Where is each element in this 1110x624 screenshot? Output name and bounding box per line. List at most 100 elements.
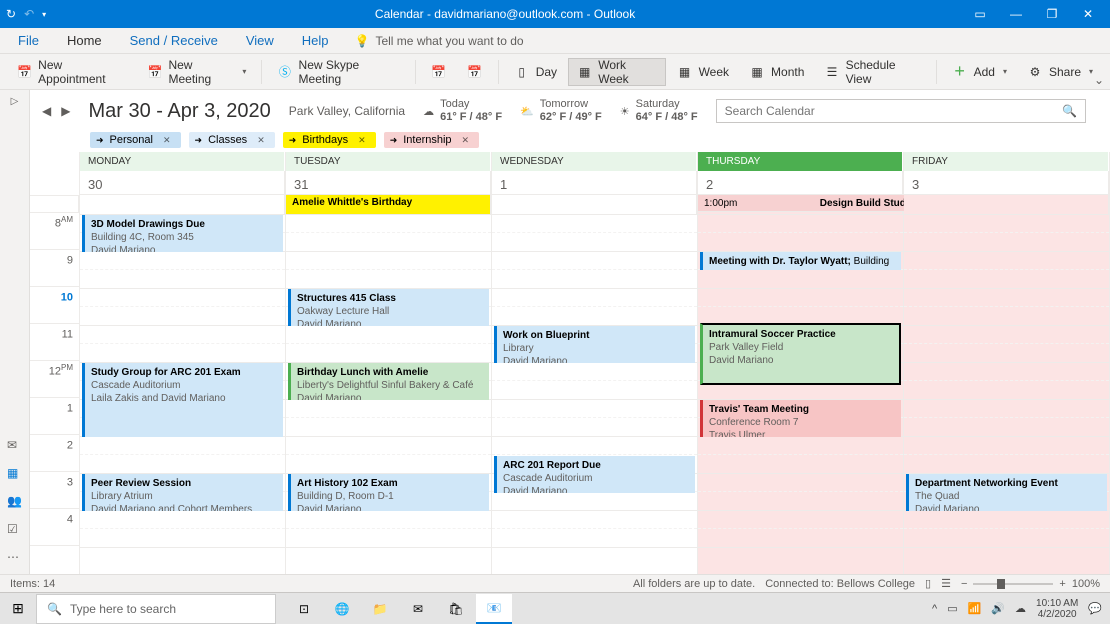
volume-icon[interactable]: 🔊 xyxy=(991,602,1005,615)
day-view-button[interactable]: ▯Day xyxy=(505,58,566,86)
tell-me[interactable]: 💡 Tell me what you want to do xyxy=(355,34,524,48)
taskbar-clock[interactable]: 10:10 AM4/2/2020 xyxy=(1036,598,1078,620)
menu-send-receive[interactable]: Send / Receive xyxy=(120,29,228,52)
taskbar-search[interactable]: 🔍Type here to search xyxy=(36,594,276,624)
calendar-event[interactable]: Travis' Team MeetingConference Room 7Tra… xyxy=(700,400,901,437)
week-view-button[interactable]: ▦Week xyxy=(668,58,738,86)
maximize-icon[interactable]: ❐ xyxy=(1036,7,1068,21)
new-appointment-button[interactable]: 📅New Appointment xyxy=(8,58,136,86)
new-meeting-button[interactable]: 📅New Meeting xyxy=(138,58,255,86)
outlook-app-icon[interactable]: 📧 xyxy=(476,594,512,624)
day-column-monday[interactable]: MONDAY303D Model Drawings DueBuilding 4C… xyxy=(80,152,286,574)
notifications-icon[interactable]: 💬 xyxy=(1088,602,1102,615)
zoom-control[interactable]: − + 100% xyxy=(961,578,1100,590)
calendar-event[interactable]: Birthday Lunch with AmelieLiberty's Deli… xyxy=(288,363,489,400)
mail-app-icon[interactable]: ✉ xyxy=(400,594,436,624)
store-icon[interactable]: 🛍 xyxy=(438,594,474,624)
caltab-internship[interactable]: ➜Internship✕ xyxy=(384,132,479,148)
hour-slot[interactable] xyxy=(286,326,491,363)
minimize-icon[interactable]: — xyxy=(1000,7,1032,21)
calendar-event[interactable]: Meeting with Dr. Taylor Wyatt; Building … xyxy=(700,252,901,270)
prev-week-icon[interactable]: ◀ xyxy=(42,104,51,118)
calendar-event[interactable]: Work on BlueprintLibraryDavid Mariano xyxy=(494,326,695,363)
calendar-event[interactable]: Intramural Soccer PracticePark Valley Fi… xyxy=(700,323,901,385)
battery-icon[interactable]: ▭ xyxy=(947,602,957,615)
day-column-friday[interactable]: FRIDAY3Department Networking EventThe Qu… xyxy=(904,152,1110,574)
zoom-out-icon[interactable]: − xyxy=(961,578,967,590)
hour-slot[interactable] xyxy=(286,400,491,437)
hour-slot[interactable] xyxy=(286,215,491,252)
hour-slot[interactable] xyxy=(698,437,903,474)
hour-slot[interactable] xyxy=(492,252,697,289)
search-calendar[interactable]: 🔍 xyxy=(716,99,1086,123)
task-view-icon[interactable]: ⊡ xyxy=(286,594,322,624)
day-column-thursday[interactable]: THURSDAY21:00pmDesign Build Studio; Fabr… xyxy=(698,152,904,574)
explorer-icon[interactable]: 📁 xyxy=(362,594,398,624)
close-tab-icon[interactable]: ✕ xyxy=(462,135,470,146)
skype-meeting-button[interactable]: ⓈNew Skype Meeting xyxy=(268,58,408,86)
next7days-button[interactable]: 📅 xyxy=(458,58,492,86)
close-icon[interactable]: ✕ xyxy=(1072,7,1104,21)
calendar-event[interactable]: Study Group for ARC 201 ExamCascade Audi… xyxy=(82,363,283,437)
hour-slot[interactable] xyxy=(286,437,491,474)
hour-slot[interactable] xyxy=(698,289,903,326)
ribbon-display-icon[interactable]: ▭ xyxy=(964,7,996,21)
month-view-button[interactable]: ▦Month xyxy=(740,58,813,86)
hour-slot[interactable] xyxy=(492,511,697,548)
more-nav-icon[interactable]: ⋯ xyxy=(7,550,22,564)
next-week-icon[interactable]: ▶ xyxy=(61,104,70,118)
hour-slot[interactable] xyxy=(492,289,697,326)
menu-help[interactable]: Help xyxy=(292,29,339,52)
hour-slot[interactable] xyxy=(492,400,697,437)
caltab-personal[interactable]: ➜Personal✕ xyxy=(90,132,181,148)
location-label[interactable]: Park Valley, California xyxy=(289,104,405,118)
hour-slot[interactable] xyxy=(698,215,903,252)
ribbon-more-icon[interactable]: ⌄ xyxy=(1094,73,1104,87)
hour-slot[interactable] xyxy=(904,400,1109,437)
zoom-slider[interactable] xyxy=(973,583,1053,585)
mail-icon[interactable]: ✉ xyxy=(7,438,22,452)
hour-slot[interactable] xyxy=(904,326,1109,363)
hour-slot[interactable] xyxy=(286,511,491,548)
schedule-view-button[interactable]: ☰Schedule View xyxy=(815,58,929,86)
hour-slot[interactable] xyxy=(904,511,1109,548)
hour-slot[interactable] xyxy=(904,252,1109,289)
close-tab-icon[interactable]: ✕ xyxy=(163,135,171,146)
view-reading-icon[interactable]: ☰ xyxy=(941,577,951,590)
tray-chevron-icon[interactable]: ^ xyxy=(932,603,937,615)
hour-slot[interactable] xyxy=(492,363,697,400)
menu-file[interactable]: File xyxy=(8,29,49,52)
allday-event[interactable]: Amelie Whittle's Birthday xyxy=(286,195,491,215)
hour-slot[interactable] xyxy=(904,215,1109,252)
hour-slot[interactable] xyxy=(80,252,285,289)
wifi-icon[interactable]: 📶 xyxy=(968,602,982,615)
day-column-wednesday[interactable]: WEDNESDAY1Work on BlueprintLibraryDavid … xyxy=(492,152,698,574)
caltab-birthdays[interactable]: ➜Birthdays✕ xyxy=(283,132,376,148)
day-column-tuesday[interactable]: TUESDAY31Amelie Whittle's BirthdayStruct… xyxy=(286,152,492,574)
work-week-view-button[interactable]: ▦Work Week xyxy=(568,58,666,86)
hour-slot[interactable] xyxy=(492,215,697,252)
hour-slot[interactable] xyxy=(904,437,1109,474)
hour-slot[interactable] xyxy=(904,289,1109,326)
hour-slot[interactable] xyxy=(904,363,1109,400)
today-button[interactable]: 📅 xyxy=(422,58,456,86)
expand-sidebar-icon[interactable]: ▷ xyxy=(11,96,19,107)
refresh-icon[interactable]: ↻ xyxy=(6,7,16,21)
hour-slot[interactable] xyxy=(698,511,903,548)
menu-view[interactable]: View xyxy=(236,29,284,52)
hour-slot[interactable] xyxy=(80,326,285,363)
calendar-event[interactable]: Peer Review SessionLibrary AtriumDavid M… xyxy=(82,474,283,511)
start-button[interactable]: ⊞ xyxy=(0,600,36,617)
hour-slot[interactable] xyxy=(80,437,285,474)
hour-slot[interactable] xyxy=(80,289,285,326)
people-icon[interactable]: 👥 xyxy=(7,494,22,508)
calendar-nav-icon[interactable]: ▦ xyxy=(7,466,22,480)
undo-icon[interactable]: ↶ xyxy=(24,7,34,21)
tasks-icon[interactable]: ☑ xyxy=(7,522,22,536)
share-button[interactable]: ⚙Share xyxy=(1018,58,1102,86)
menu-home[interactable]: Home xyxy=(57,29,112,52)
view-normal-icon[interactable]: ▯ xyxy=(925,577,931,590)
onedrive-icon[interactable]: ☁ xyxy=(1015,602,1026,615)
hour-slot[interactable] xyxy=(286,252,491,289)
close-tab-icon[interactable]: ✕ xyxy=(358,135,366,146)
